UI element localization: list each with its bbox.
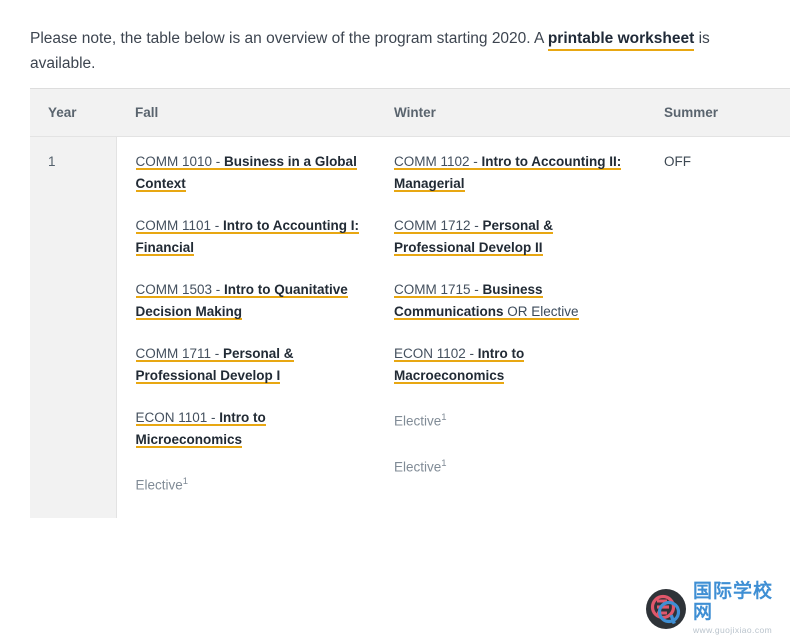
elective-footnote-marker: 1 bbox=[441, 458, 446, 469]
course-entry: COMM 1101 - Intro to Accounting I: Finan… bbox=[136, 215, 367, 259]
cell-winter: COMM 1102 - Intro to Accounting II: Mana… bbox=[382, 137, 647, 518]
watermark-text-block: 国际学校网 www.guojixiao.com bbox=[693, 581, 790, 636]
course-entry: COMM 1711 - Personal & Professional Deve… bbox=[136, 343, 367, 387]
elective-label: Elective bbox=[394, 414, 441, 429]
elective-footnote-marker: 1 bbox=[441, 412, 446, 423]
elective-footnote-marker: 1 bbox=[183, 476, 188, 487]
elective-entry: Elective1 bbox=[394, 407, 631, 433]
course-code: ECON 1101 - bbox=[136, 410, 220, 425]
cell-fall: COMM 1010 - Business in a Global Context… bbox=[116, 137, 382, 518]
table-row: 1COMM 1010 - Business in a Global Contex… bbox=[30, 137, 790, 518]
printable-worksheet-link[interactable]: printable worksheet bbox=[548, 30, 694, 51]
elective-label: Elective bbox=[136, 478, 183, 493]
table-header-row: Year Fall Winter Summer bbox=[30, 89, 790, 137]
table-header: Year Fall Winter Summer bbox=[30, 89, 790, 137]
course-entry: COMM 1712 - Personal & Professional Deve… bbox=[394, 215, 631, 259]
table-body: 1COMM 1010 - Business in a Global Contex… bbox=[30, 137, 790, 518]
intro-text-before: Please note, the table below is an overv… bbox=[30, 30, 548, 47]
course-link[interactable]: COMM 1712 - Personal & Professional Deve… bbox=[394, 218, 553, 256]
course-link[interactable]: COMM 1101 - Intro to Accounting I: Finan… bbox=[136, 218, 360, 256]
column-header-year: Year bbox=[30, 89, 116, 137]
course-entry: COMM 1715 - Business Communications OR E… bbox=[394, 279, 631, 323]
course-code: COMM 1102 - bbox=[394, 154, 482, 169]
course-entry: COMM 1010 - Business in a Global Context bbox=[136, 151, 367, 195]
course-entry: COMM 1102 - Intro to Accounting II: Mana… bbox=[394, 151, 631, 195]
course-code: COMM 1711 - bbox=[136, 346, 224, 361]
watermark-site-url: www.guojixiao.com bbox=[693, 624, 790, 636]
course-entry: ECON 1101 - Intro to Microeconomics bbox=[136, 407, 367, 451]
course-alternative: OR Elective bbox=[504, 304, 579, 319]
course-code: COMM 1010 - bbox=[136, 154, 225, 169]
course-code: ECON 1102 - bbox=[394, 346, 478, 361]
course-entry: ECON 1102 - Intro to Macroeconomics bbox=[394, 343, 631, 387]
course-link[interactable]: COMM 1503 - Intro to Quanitative Decisio… bbox=[136, 282, 348, 320]
course-link[interactable]: COMM 1715 - Business Communications OR E… bbox=[394, 282, 579, 320]
course-entry: COMM 1503 - Intro to Quanitative Decisio… bbox=[136, 279, 367, 323]
course-link[interactable]: ECON 1102 - Intro to Macroeconomics bbox=[394, 346, 524, 384]
column-header-summer: Summer bbox=[647, 89, 790, 137]
course-code: COMM 1101 - bbox=[136, 218, 224, 233]
course-link[interactable]: COMM 1711 - Personal & Professional Deve… bbox=[136, 346, 294, 384]
course-link[interactable]: COMM 1102 - Intro to Accounting II: Mana… bbox=[394, 154, 621, 192]
intro-paragraph: Please note, the table below is an overv… bbox=[30, 26, 730, 76]
course-code: COMM 1503 - bbox=[136, 282, 225, 297]
column-header-fall: Fall bbox=[116, 89, 382, 137]
watermark-logo-icon bbox=[645, 588, 687, 630]
program-overview-table: Year Fall Winter Summer 1COMM 1010 - Bus… bbox=[30, 88, 790, 518]
course-link[interactable]: ECON 1101 - Intro to Microeconomics bbox=[136, 410, 266, 448]
cell-summer: OFF bbox=[647, 137, 790, 518]
course-link[interactable]: COMM 1010 - Business in a Global Context bbox=[136, 154, 357, 192]
site-watermark: 国际学校网 www.guojixiao.com bbox=[645, 586, 790, 631]
column-header-winter: Winter bbox=[382, 89, 647, 137]
elective-label: Elective bbox=[394, 459, 441, 474]
elective-entry: Elective1 bbox=[136, 471, 367, 497]
eq-logo-icon bbox=[645, 588, 687, 630]
watermark-site-name: 国际学校网 bbox=[693, 581, 790, 623]
elective-entry: Elective1 bbox=[394, 453, 631, 479]
cell-year: 1 bbox=[30, 137, 116, 518]
course-code: COMM 1712 - bbox=[394, 218, 483, 233]
course-code: COMM 1715 - bbox=[394, 282, 483, 297]
